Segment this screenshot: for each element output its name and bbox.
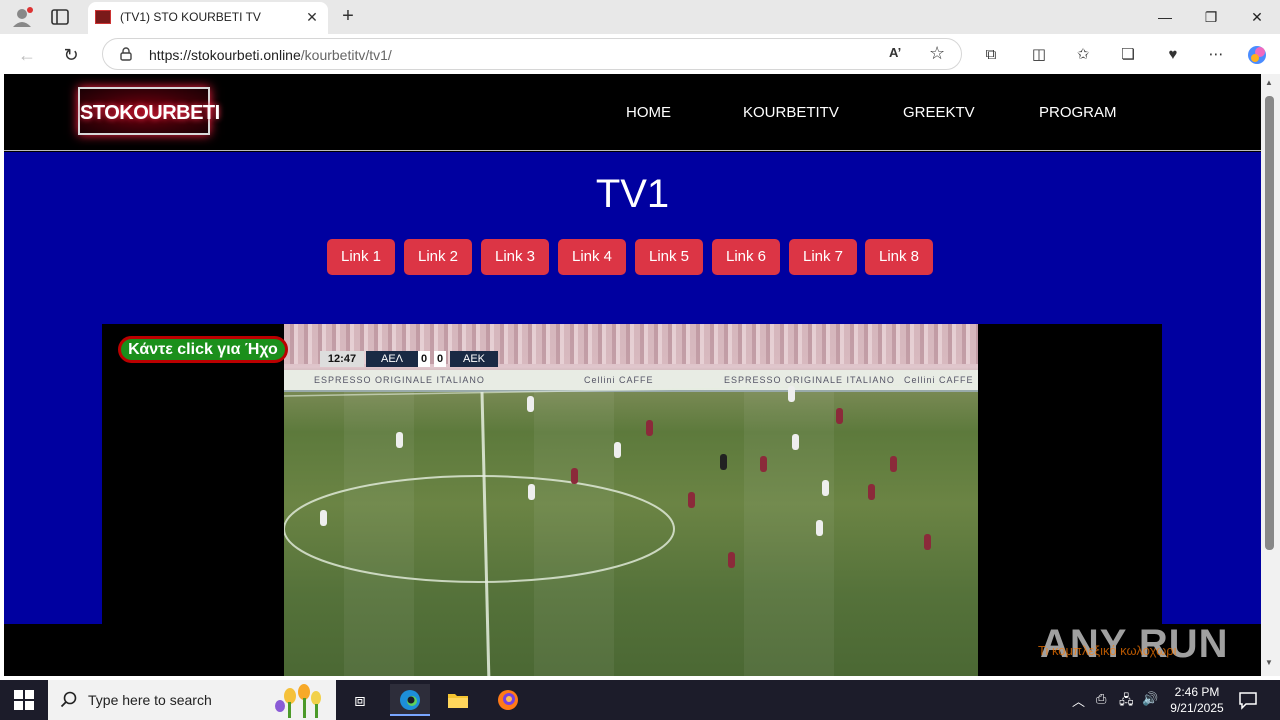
site-logo[interactable]: STOKOURBETI	[78, 87, 220, 135]
network-icon[interactable]: 🖧	[1119, 691, 1134, 713]
player-figure	[528, 484, 535, 500]
url-text[interactable]: https://stokourbeti.online/kourbetitv/tv…	[149, 47, 392, 63]
ticker-text: Τι κομπλεξικό κωλοχωρι	[1038, 643, 1177, 658]
url-host: https://stokourbeti.online	[149, 47, 301, 63]
player-figure	[816, 520, 823, 536]
collections-icon[interactable]: ❏	[1117, 44, 1139, 66]
task-view-icon[interactable]: ⧈	[340, 684, 380, 716]
read-aloud-icon[interactable]: A’	[889, 45, 901, 60]
away-team: ΑΕΚ	[450, 351, 498, 367]
link-7-button[interactable]: Link 7	[789, 239, 857, 275]
close-window-button[interactable]: ✕	[1234, 4, 1280, 30]
tab-close-icon[interactable]: ✕	[302, 7, 322, 27]
firefox-icon	[498, 690, 518, 710]
nav-greektv[interactable]: GREEKTV	[903, 104, 975, 121]
extensions-icon[interactable]: ⧉	[980, 44, 1002, 66]
player-figure	[924, 534, 931, 550]
folder-icon	[448, 694, 468, 708]
firefox-taskbar-icon[interactable]	[488, 684, 528, 716]
browser-tab-active[interactable]: (TV1) STO KOURBETI TV ✕	[88, 2, 328, 34]
search-icon	[60, 691, 77, 708]
match-clock: 12:47	[320, 351, 364, 367]
lock-icon[interactable]	[119, 47, 133, 61]
player-figure	[788, 386, 795, 402]
settings-more-icon[interactable]: ⋯	[1205, 44, 1227, 66]
player-figure	[890, 456, 897, 472]
link-3-button[interactable]: Link 3	[481, 239, 549, 275]
volume-icon[interactable]: 🔊	[1142, 691, 1158, 707]
site-favicon-icon	[95, 10, 111, 24]
nav-program[interactable]: PROGRAM	[1039, 104, 1117, 121]
favorite-star-icon[interactable]: ☆	[929, 43, 945, 64]
player-figure	[728, 552, 735, 568]
player-figure	[646, 420, 653, 436]
scroll-up-icon[interactable]: ▲	[1265, 78, 1273, 87]
profile-icon[interactable]	[10, 6, 34, 28]
tray-overflow-icon[interactable]: ︿	[1072, 691, 1085, 710]
player-figure	[614, 442, 621, 458]
edge-taskbar-icon[interactable]	[390, 684, 430, 716]
home-score: 0	[418, 351, 430, 367]
link-2-button[interactable]: Link 2	[404, 239, 472, 275]
taskbar-search[interactable]: Type here to search	[48, 680, 336, 720]
player-figure	[571, 468, 578, 484]
player-figure	[396, 432, 403, 448]
edge-icon	[400, 690, 420, 710]
taskbar-clock[interactable]: 2:46 PM 9/21/2025	[1166, 684, 1228, 716]
browser-essentials-icon[interactable]: ♥	[1162, 44, 1184, 66]
address-toolbar: ← ↻ https://stokourbeti.online/kourbetit…	[0, 34, 1280, 74]
player-figure	[760, 456, 767, 472]
minimize-button[interactable]: —	[1142, 4, 1188, 30]
pitch-markings	[284, 383, 978, 676]
back-icon[interactable]: ←	[14, 42, 40, 68]
nav-kourbetitv[interactable]: KOURBETITV	[743, 104, 839, 121]
scroll-down-icon[interactable]: ▼	[1265, 658, 1273, 667]
player-figure	[836, 408, 843, 424]
copilot-icon[interactable]	[1246, 44, 1268, 66]
player-figure	[688, 492, 695, 508]
link-8-button[interactable]: Link 8	[865, 239, 933, 275]
favorites-icon[interactable]: ✩	[1072, 44, 1094, 66]
player-figure	[822, 480, 829, 496]
url-path: /kourbetitv/tv1/	[300, 47, 392, 63]
player-figure	[527, 396, 534, 412]
referee-figure	[720, 454, 727, 470]
new-tab-button[interactable]: +	[336, 5, 360, 29]
player-figure	[792, 434, 799, 450]
link-5-button[interactable]: Link 5	[635, 239, 703, 275]
clock-time: 2:46 PM	[1174, 685, 1220, 699]
tray-device-icon[interactable]: ⎙	[1096, 691, 1106, 707]
video-player[interactable]: ESPRESSO ORIGINALE ITALIANO Cellini CAFF…	[102, 324, 1162, 676]
notifications-icon[interactable]	[1238, 690, 1258, 710]
clock-date: 9/21/2025	[1170, 701, 1224, 715]
file-explorer-icon[interactable]	[438, 684, 478, 716]
link-4-button[interactable]: Link 4	[558, 239, 626, 275]
page-scrollbar[interactable]: ▲ ▼	[1261, 74, 1280, 676]
player-figure	[320, 510, 327, 526]
search-placeholder: Type here to search	[88, 692, 212, 708]
split-screen-icon[interactable]: ◫	[1028, 44, 1050, 66]
restore-button[interactable]: ❐	[1188, 4, 1234, 30]
scrollbar-thumb[interactable]	[1265, 96, 1274, 550]
nav-home[interactable]: HOME	[626, 104, 671, 121]
away-score: 0	[434, 351, 446, 367]
link-1-button[interactable]: Link 1	[327, 239, 395, 275]
tulips-icon	[275, 684, 321, 718]
logo-text: STOKOURBETI	[80, 102, 220, 124]
tab-title: (TV1) STO KOURBETI TV	[120, 10, 261, 24]
link-6-button[interactable]: Link 6	[712, 239, 780, 275]
site-header: STOKOURBETI HOME KOURBETITV GREEKTV PROG…	[4, 74, 1261, 151]
home-team: ΑΕΛ	[366, 351, 418, 367]
page-title: TV1	[595, 172, 670, 216]
windows-taskbar: Type here to search ⧈ ︿ ⎙ 🖧 🔊 2:46 PM 9/…	[0, 680, 1280, 720]
windows-start-icon[interactable]	[14, 690, 34, 710]
enable-sound-button[interactable]: Κάντε click για Ήχο	[118, 336, 288, 363]
player-figure	[868, 484, 875, 500]
video-frame[interactable]: ESPRESSO ORIGINALE ITALIANO Cellini CAFF…	[284, 324, 978, 676]
browser-tab-bar: (TV1) STO KOURBETI TV ✕ + — ❐ ✕	[0, 0, 1280, 34]
tab-actions-icon[interactable]	[50, 7, 70, 27]
page-viewport: STOKOURBETI HOME KOURBETITV GREEKTV PROG…	[4, 74, 1261, 676]
refresh-icon[interactable]: ↻	[58, 42, 84, 68]
address-bar[interactable]: https://stokourbeti.online/kourbetitv/tv…	[102, 38, 962, 70]
